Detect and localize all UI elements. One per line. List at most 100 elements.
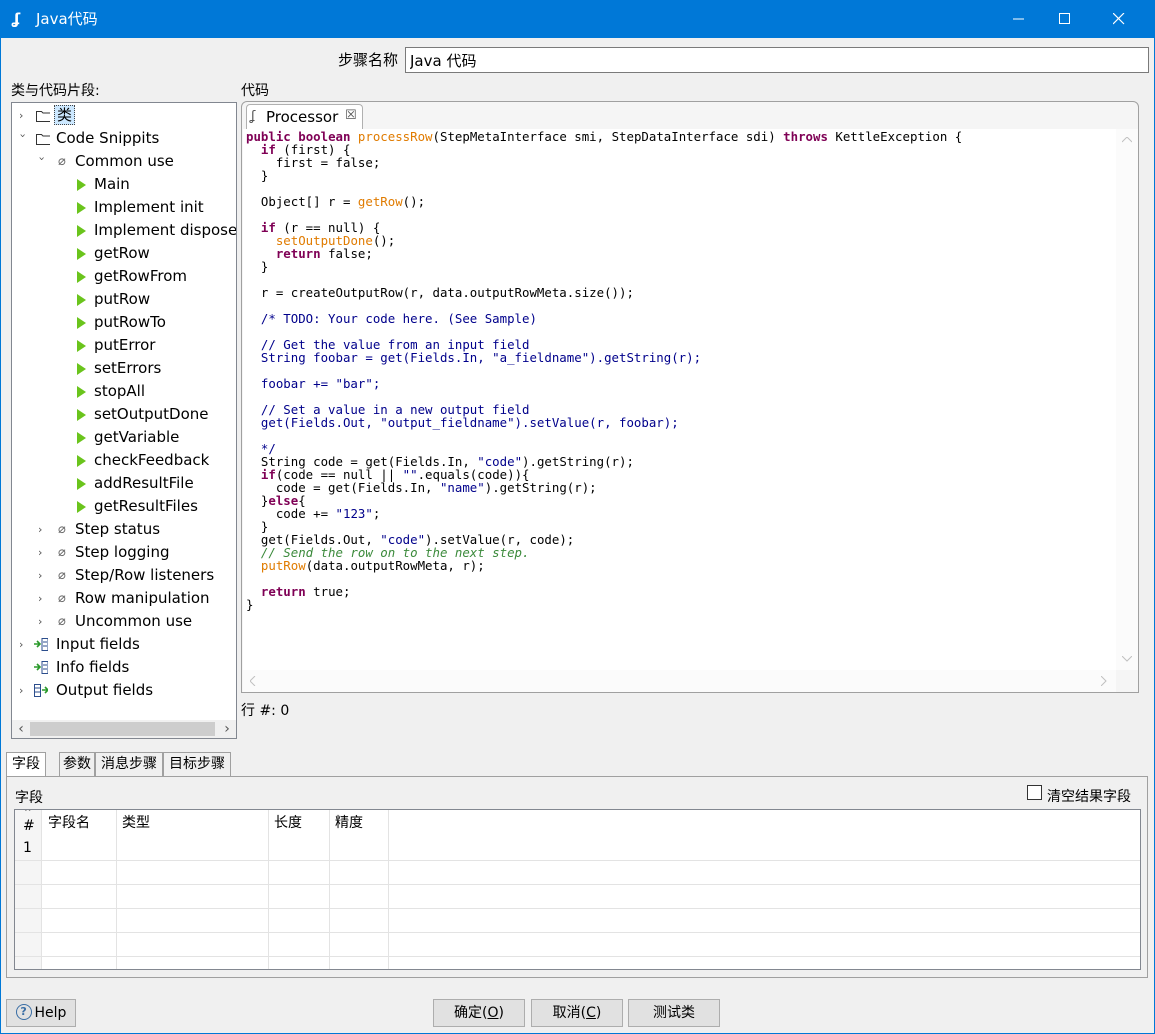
play-icon <box>77 294 86 306</box>
chevron-right-icon[interactable]: › <box>38 587 48 610</box>
step-name-input[interactable] <box>405 47 1149 73</box>
help-button[interactable]: ? Help <box>6 999 76 1027</box>
tree-item-implement-dispose[interactable]: Implement dispose <box>12 219 236 242</box>
tree-item-output-fields[interactable]: › Output fields <box>12 679 236 702</box>
close-button[interactable] <box>1096 0 1142 38</box>
input-fields-icon <box>34 638 48 651</box>
tab-label: Processor <box>266 108 339 126</box>
scroll-down-icon <box>1122 656 1132 662</box>
tree-item-step-status[interactable]: › ⌀ Step status <box>12 518 236 541</box>
cancel-button[interactable]: 取消(C) <box>531 999 623 1027</box>
maximize-button[interactable] <box>1042 0 1088 38</box>
tree-item-label: getRow <box>94 244 150 262</box>
chevron-right-icon[interactable]: › <box>38 541 48 564</box>
cancel-label-end: ) <box>595 1005 602 1021</box>
code-vertical-scrollbar[interactable] <box>1116 129 1138 670</box>
ok-button[interactable]: 确定(O) <box>433 999 525 1027</box>
tree-item-code-snippits[interactable]: › Code Snippits <box>12 127 236 150</box>
chevron-right-icon[interactable]: › <box>38 610 48 633</box>
info-fields-icon <box>34 661 48 674</box>
scroll-left-icon[interactable]: ‹ <box>12 720 30 738</box>
chevron-right-icon[interactable]: › <box>19 104 29 127</box>
scroll-up-icon <box>1122 137 1132 143</box>
test-class-button[interactable]: 测试类 <box>628 999 720 1027</box>
play-icon <box>77 386 86 398</box>
column-header-precision[interactable]: 精度 <box>335 810 363 836</box>
tree-item-label: Output fields <box>56 681 154 699</box>
tree-item-addresultfile[interactable]: addResultFile <box>12 472 236 495</box>
java-file-icon: ʆ <box>251 109 256 124</box>
tree-item-getresultfiles[interactable]: getResultFiles <box>12 495 236 518</box>
code-line: r = createOutputRow(r, data.outputRowMet… <box>246 285 634 300</box>
tree-item-uncommon-use[interactable]: › ⌀ Uncommon use <box>12 610 236 633</box>
play-icon <box>77 202 86 214</box>
tab-close-icon[interactable]: ☒ <box>345 108 357 123</box>
tree-item-putrowto[interactable]: putRowTo <box>12 311 236 334</box>
play-icon <box>77 363 86 375</box>
tree-item-info-fields[interactable]: Info fields <box>12 656 236 679</box>
tree-item-step-row-listeners[interactable]: › ⌀ Step/Row listeners <box>12 564 236 587</box>
tree-item-label: Common use <box>75 152 174 170</box>
tab-parameters[interactable]: 参数 <box>59 752 95 776</box>
tab-fields[interactable]: 字段 <box>6 752 46 777</box>
play-icon <box>77 271 86 283</box>
paperclip-icon: ⌀ <box>58 522 66 537</box>
scroll-thumb[interactable] <box>30 722 215 736</box>
tree-item-label: Step status <box>75 520 161 538</box>
code-horizontal-scrollbar[interactable] <box>243 670 1116 692</box>
step-name-label: 步骤名称 <box>338 51 399 69</box>
minimize-button[interactable] <box>996 0 1042 38</box>
tree-item-classes[interactable]: › 类 <box>12 104 236 127</box>
code-editor[interactable]: public boolean processRow(StepMetaInterf… <box>243 129 1116 670</box>
minimize-icon <box>1013 18 1024 20</box>
scroll-right-icon[interactable]: › <box>218 720 236 738</box>
table-row[interactable]: 1 <box>15 836 1140 860</box>
column-header-field-name[interactable]: 字段名 <box>48 810 90 836</box>
play-icon <box>77 478 86 490</box>
code-line: /* TODO: Your code here. (See Sample) <box>246 311 537 326</box>
tree-item-getrowfrom[interactable]: getRowFrom <box>12 265 236 288</box>
tree-item-main[interactable]: Main <box>12 173 236 196</box>
tab-target-steps[interactable]: 目标步骤 <box>163 752 231 776</box>
tree-item-input-fields[interactable]: › Input fields <box>12 633 236 656</box>
tree-item-getrow[interactable]: getRow <box>12 242 236 265</box>
tree-item-row-manipulation[interactable]: › ⌀ Row manipulation <box>12 587 236 610</box>
paperclip-icon: ⌀ <box>58 591 66 606</box>
column-header-type[interactable]: 类型 <box>122 810 150 836</box>
tree-item-label: putRow <box>94 290 151 308</box>
tree-item-label: Info fields <box>56 658 130 676</box>
code-line: public boolean processRow(StepMetaInterf… <box>246 129 963 144</box>
tree-item-putrow[interactable]: putRow <box>12 288 236 311</box>
code-line: } <box>246 168 269 183</box>
tree-item-label: Code Snippits <box>56 129 160 147</box>
chevron-down-icon[interactable]: › <box>31 157 54 167</box>
fields-table[interactable]: ^ # 字段名 类型 长度 精度 1 <box>14 809 1141 970</box>
tree-item-setoutputdone[interactable]: setOutputDone <box>12 403 236 426</box>
tree-item-getvariable[interactable]: getVariable <box>12 426 236 449</box>
tree-item-checkfeedback[interactable]: checkFeedback <box>12 449 236 472</box>
tree-item-puterror[interactable]: putError <box>12 334 236 357</box>
tab-info-steps[interactable]: 消息步骤 <box>95 752 163 776</box>
tree-item-stopall[interactable]: stopAll <box>12 380 236 403</box>
column-header-length[interactable]: 长度 <box>274 810 302 836</box>
tab-processor[interactable]: ʆ Processor ☒ <box>246 104 363 129</box>
tree-horizontal-scrollbar[interactable]: ‹ › <box>12 720 236 738</box>
maximize-icon <box>1059 13 1070 24</box>
play-icon <box>77 455 86 467</box>
tree-item-implement-init[interactable]: Implement init <box>12 196 236 219</box>
tree-item-label: putRowTo <box>94 313 166 331</box>
chevron-right-icon[interactable]: › <box>19 633 29 656</box>
tree-item-seterrors[interactable]: setErrors <box>12 357 236 380</box>
cancel-label: 取消( <box>552 1005 587 1021</box>
chevron-right-icon[interactable]: › <box>38 518 48 541</box>
clear-result-fields-checkbox[interactable] <box>1027 785 1042 800</box>
chevron-right-icon[interactable]: › <box>19 679 29 702</box>
tree-item-common-use[interactable]: › ⌀ Common use <box>12 150 236 173</box>
tree-item-step-logging[interactable]: › ⌀ Step logging <box>12 541 236 564</box>
tree-item-label: Uncommon use <box>75 612 193 630</box>
clear-result-fields-label[interactable]: 清空结果字段 <box>1047 786 1131 806</box>
play-icon <box>77 225 86 237</box>
chevron-down-icon[interactable]: › <box>12 134 35 144</box>
chevron-right-icon[interactable]: › <box>38 564 48 587</box>
snippet-tree[interactable]: › 类 › Code Snippits › ⌀ Common use Main … <box>11 102 237 739</box>
